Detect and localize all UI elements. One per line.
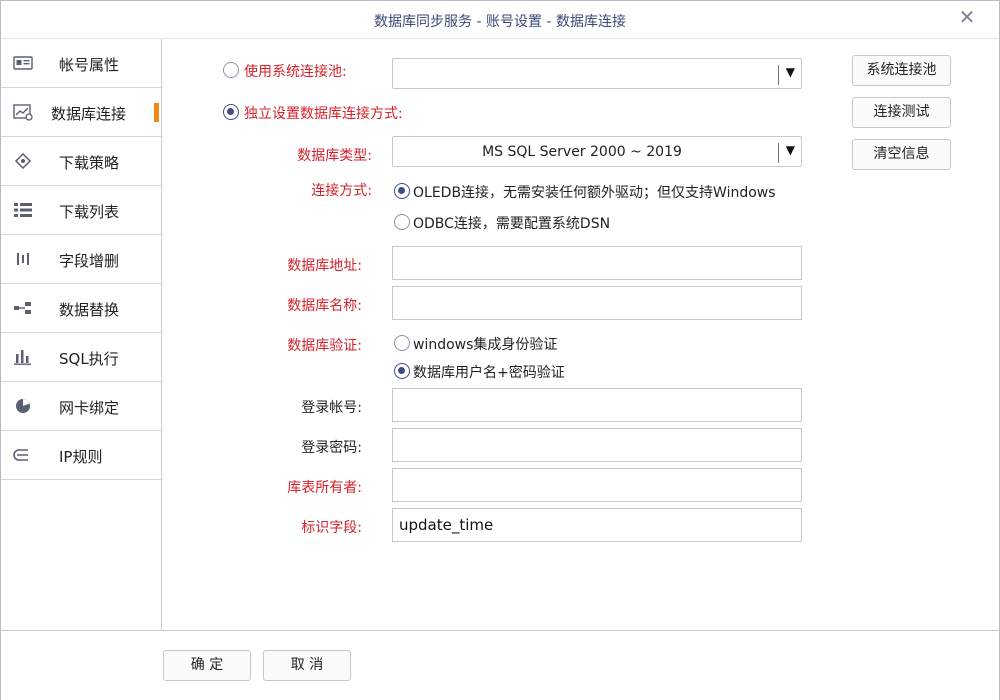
footer-bar: 确 定 取 消 bbox=[1, 630, 999, 700]
login-label: 登录帐号: bbox=[301, 400, 362, 416]
sidebar-item-label: 数据库连接 bbox=[51, 105, 127, 123]
auth-sql-radio[interactable] bbox=[394, 363, 410, 379]
oledb-label: OLEDB连接，无需安装任何额外驱动；但仅支持Windows bbox=[413, 185, 776, 201]
select-separator bbox=[778, 65, 779, 85]
address-label: 数据库地址: bbox=[287, 258, 362, 274]
sidebar: 帐号属性 数据库连接 下载策略 下载列表 字段增删 数据替换 SQL执行 网卡绑… bbox=[1, 39, 162, 630]
oledb-radio[interactable] bbox=[394, 183, 410, 199]
diamond-target-icon bbox=[14, 152, 32, 170]
sidebar-item-label: 下载列表 bbox=[59, 203, 120, 221]
sidebar-item-field-edit[interactable]: 字段增删 bbox=[1, 235, 161, 284]
dbtype-select-value: MS SQL Server 2000 ~ 2019 bbox=[482, 144, 682, 160]
odbc-radio[interactable] bbox=[394, 214, 410, 230]
active-marker bbox=[154, 103, 159, 122]
chevron-down-icon: ▼ bbox=[785, 65, 795, 79]
auth-sql-label: 数据库用户名+密码验证 bbox=[413, 365, 565, 381]
address-field[interactable] bbox=[392, 246, 802, 280]
close-icon[interactable]: ✕ bbox=[957, 7, 977, 27]
sidebar-item-download-list[interactable]: 下载列表 bbox=[1, 186, 161, 235]
connection-test-button[interactable]: 连接测试 bbox=[852, 97, 951, 128]
replace-icon bbox=[14, 302, 31, 314]
odbc-label: ODBC连接，需要配置系统DSN bbox=[413, 216, 611, 232]
password-label: 登录密码: bbox=[301, 440, 362, 456]
flag-field[interactable]: update_time bbox=[392, 508, 802, 542]
ip-rule-icon bbox=[13, 449, 28, 461]
sidebar-item-download-strategy[interactable]: 下载策略 bbox=[1, 137, 161, 186]
cancel-button[interactable]: 取 消 bbox=[263, 650, 351, 681]
system-pool-button[interactable]: 系统连接池 bbox=[852, 55, 951, 86]
window-title: 数据库同步服务 - 账号设置 - 数据库连接 bbox=[374, 14, 626, 30]
use-pool-radio[interactable] bbox=[223, 62, 239, 78]
conn-mode-label: 连接方式: bbox=[311, 183, 372, 199]
sidebar-item-label: 数据替换 bbox=[59, 301, 120, 319]
dbtype-label: 数据库类型: bbox=[297, 148, 372, 164]
auth-label: 数据库验证: bbox=[287, 338, 362, 354]
title-bar: 数据库同步服务 - 账号设置 - 数据库连接 ✕ bbox=[1, 1, 999, 39]
pool-select[interactable]: ▼ bbox=[392, 58, 802, 89]
db-chart-icon bbox=[13, 104, 33, 121]
independent-label: 独立设置数据库连接方式: bbox=[244, 106, 403, 122]
password-field[interactable] bbox=[392, 428, 802, 462]
sidebar-item-nic-binding[interactable]: 网卡绑定 bbox=[1, 382, 161, 431]
login-field[interactable] bbox=[392, 388, 802, 422]
flag-label: 标识字段: bbox=[301, 520, 362, 536]
sidebar-item-label: 下载策略 bbox=[59, 154, 120, 172]
select-separator bbox=[778, 143, 779, 163]
sidebar-item-database-connection[interactable]: 数据库连接 bbox=[1, 88, 161, 137]
pie-icon bbox=[16, 399, 30, 413]
auth-windows-label: windows集成身份验证 bbox=[413, 337, 558, 353]
auth-windows-radio[interactable] bbox=[394, 335, 410, 351]
sidebar-item-ip-rules[interactable]: IP规则 bbox=[1, 431, 161, 480]
sidebar-item-account-properties[interactable]: 帐号属性 bbox=[1, 39, 161, 88]
ok-button[interactable]: 确 定 bbox=[163, 650, 251, 681]
sidebar-item-label: 网卡绑定 bbox=[59, 399, 120, 417]
sidebar-item-label: IP规则 bbox=[59, 448, 103, 466]
sidebar-item-label: 字段增删 bbox=[59, 252, 120, 270]
main-content: 使用系统连接池: ▼ 独立设置数据库连接方式: 数据库类型: MS SQL Se… bbox=[162, 39, 999, 630]
flag-value: update_time bbox=[399, 516, 494, 534]
clear-info-button[interactable]: 清空信息 bbox=[852, 139, 951, 170]
dialog-window: 数据库同步服务 - 账号设置 - 数据库连接 ✕ 帐号属性 数据库连接 下载策略… bbox=[0, 0, 1000, 700]
columns-icon bbox=[17, 253, 29, 265]
dbname-label: 数据库名称: bbox=[287, 298, 362, 314]
sidebar-item-label: SQL执行 bbox=[59, 350, 119, 368]
sidebar-item-data-replace[interactable]: 数据替换 bbox=[1, 284, 161, 333]
bar-chart-icon bbox=[14, 350, 31, 365]
sidebar-item-sql-exec[interactable]: SQL执行 bbox=[1, 333, 161, 382]
sidebar-item-label: 帐号属性 bbox=[59, 56, 120, 74]
list-icon bbox=[14, 203, 32, 217]
chevron-down-icon: ▼ bbox=[785, 143, 795, 157]
owner-field[interactable] bbox=[392, 468, 802, 502]
id-card-icon bbox=[13, 56, 33, 70]
owner-label: 库表所有者: bbox=[287, 480, 362, 496]
dbname-field[interactable] bbox=[392, 286, 802, 320]
independent-radio[interactable] bbox=[223, 104, 239, 120]
dbtype-select[interactable]: MS SQL Server 2000 ~ 2019 ▼ bbox=[392, 136, 802, 167]
use-pool-label: 使用系统连接池: bbox=[244, 64, 347, 80]
